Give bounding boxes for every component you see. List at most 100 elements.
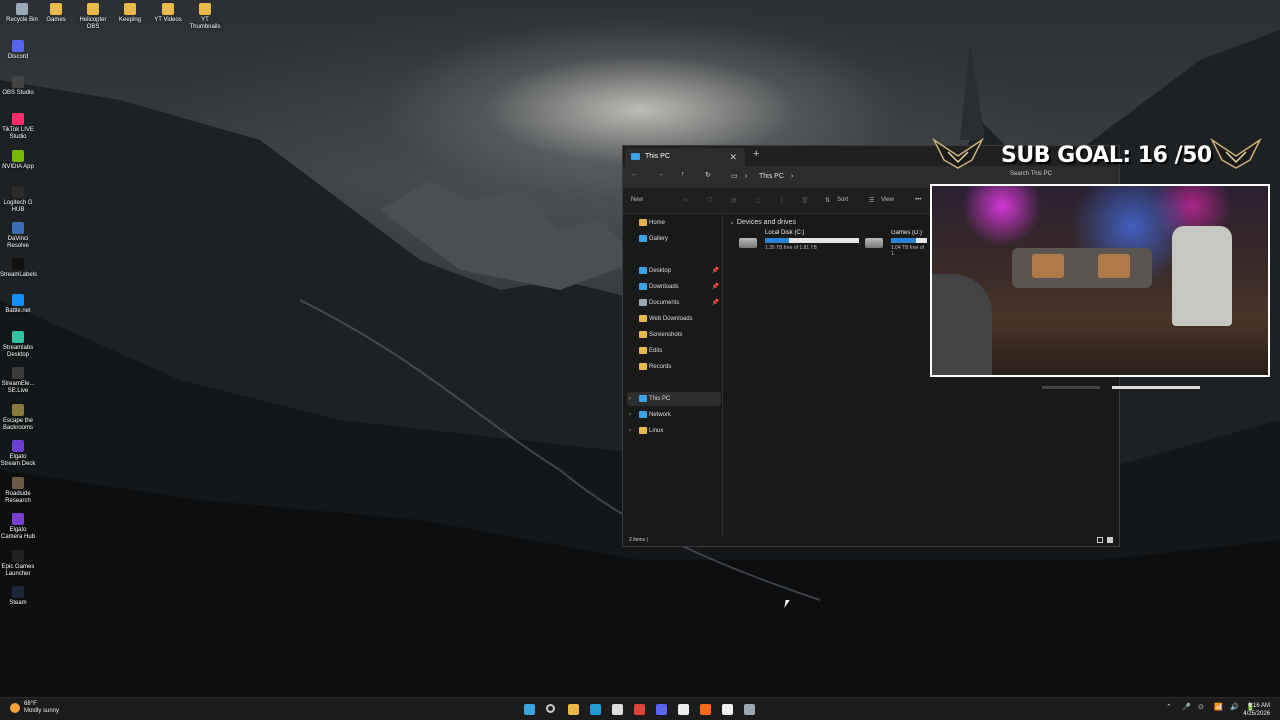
nav-item-screenshots[interactable]: Screenshots <box>627 328 721 342</box>
forward-icon[interactable]: → <box>657 171 664 178</box>
desktop-icon-keeping[interactable]: Keeping <box>112 3 148 24</box>
date: 4/25/2026 <box>1243 711 1270 717</box>
start-icon[interactable] <box>524 704 535 715</box>
file-explorer-icon[interactable] <box>568 704 579 715</box>
discord-icon[interactable] <box>656 704 667 715</box>
nav-item-documents[interactable]: Documents 📌 <box>627 296 721 310</box>
tab-this-pc[interactable]: This PC ✕ <box>625 148 745 166</box>
app-icon <box>12 222 24 234</box>
desktop-icon-logitech-g-hub[interactable]: Logitech G HUB <box>0 186 36 214</box>
nav-item-records[interactable]: Records <box>627 360 721 374</box>
volume-icon[interactable]: 🔊 <box>1230 703 1239 711</box>
chevron-right-icon[interactable]: › <box>629 408 631 422</box>
wifi-icon[interactable]: 📶 <box>1214 703 1223 711</box>
desktop-icon-battle-net[interactable]: Battle.net <box>0 294 36 315</box>
drive-free-space: 1.35 TB free of 1.81 TB <box>765 245 817 251</box>
navigation-pane: Home Gallery Desktop 📌 Downloads 📌 Documents 📌 W… <box>623 214 723 538</box>
weather-widget[interactable]: 68°F Mostly sunny <box>10 701 59 715</box>
delete-icon[interactable]: 🗑 <box>801 197 809 204</box>
nav-item-desktop[interactable]: Desktop 📌 <box>627 264 721 278</box>
up-icon[interactable]: ↑ <box>681 171 685 178</box>
location-icon[interactable]: ⊙ <box>1198 703 1204 711</box>
microphone-icon[interactable]: 🎤 <box>1182 703 1191 711</box>
desktop-icon-yt-thumbnails[interactable]: YT Thumbnails <box>187 3 223 31</box>
search-input[interactable]: Search This PC <box>1010 171 1052 177</box>
desktop-icon-nvidia-app[interactable]: NVIDIA App <box>0 150 36 171</box>
desktop-icon-elgato-stream-deck[interactable]: Elgato Stream Deck <box>0 440 36 468</box>
edge-icon[interactable] <box>590 704 601 715</box>
desktop-icon-yt-videos[interactable]: YT Videos <box>150 3 186 24</box>
drive-c[interactable]: Local Disk (C:) 1.35 TB free of 1.81 TB <box>731 230 861 256</box>
linux-icon <box>639 427 647 434</box>
nav-item-label: This PC <box>649 396 671 402</box>
close-tab-icon[interactable]: ✕ <box>729 148 737 166</box>
desktop-icon-elgato-camera-hub[interactable]: Elgato Camera Hub <box>0 513 36 541</box>
desktop-icon-roadside-research[interactable]: Roadside Research <box>0 477 36 505</box>
computer-icon <box>639 395 647 402</box>
computer-icon <box>631 153 640 160</box>
streamlabels-icon[interactable] <box>722 704 733 715</box>
cut-icon[interactable]: ✂ <box>683 197 688 204</box>
new-tab-button[interactable]: + <box>753 148 759 160</box>
desktop-icon-recycle-bin[interactable]: Recycle Bin <box>4 3 40 24</box>
search-icon[interactable] <box>546 704 555 713</box>
nav-item-edits[interactable]: Edits <box>627 344 721 358</box>
section-title: Devices and drives <box>736 219 796 226</box>
settings-icon[interactable] <box>744 704 755 715</box>
folder-icon <box>639 363 647 370</box>
refresh-icon[interactable]: ↻ <box>705 171 711 179</box>
desktop-icon-streamlabs-desktop[interactable]: Streamlabs Desktop <box>0 331 36 359</box>
desktop-icon-label: Escape the Backrooms <box>2 418 34 431</box>
app-icon <box>12 294 24 306</box>
copy-icon[interactable]: ❐ <box>707 197 712 204</box>
desktop-icon-streamlabels[interactable]: StreamLabels <box>0 258 37 279</box>
breadcrumb-this-pc[interactable]: This PC <box>759 169 784 185</box>
clock[interactable]: 6:16 AM 4/25/2026 <box>1243 702 1270 718</box>
drive-d[interactable]: Games (D:) 1.04 TB free of 1. <box>857 230 927 256</box>
store-icon[interactable] <box>612 704 623 715</box>
chevron-down-icon: ⌄ <box>729 219 737 226</box>
nav-item-this-pc[interactable]: › This PC <box>627 392 721 406</box>
desktop-icon-escape-the-backrooms[interactable]: Escape the Backrooms <box>0 404 36 432</box>
chevron-right-icon[interactable]: › <box>629 392 631 406</box>
desktop-icon-davinci-resolve[interactable]: DaVinci Resolve <box>0 222 36 250</box>
share-icon[interactable]: ⇪ <box>779 197 784 204</box>
desktop-icon-epic-games-launcher[interactable]: Epic Games Launcher <box>0 550 36 578</box>
desktop-icon-games[interactable]: Games <box>38 3 74 24</box>
paste-icon[interactable]: ▤ <box>731 197 737 204</box>
desktop-icon-discord[interactable]: Discord <box>0 40 36 61</box>
nav-item-web-downloads[interactable]: Web Downloads <box>627 312 721 326</box>
weather-desc: Mostly sunny <box>24 708 60 714</box>
sun-icon <box>10 703 20 713</box>
fl-studio-icon[interactable] <box>700 704 711 715</box>
desktop-icon-helicopter-obs[interactable]: Helicopter OBS <box>75 3 111 31</box>
taskbar: 68°F Mostly sunny ⌃ 🎤 ⊙ 📶 🔊 🔋 6:16 AM 4/25/20… <box>0 697 1280 720</box>
section-devices-drives[interactable]: ⌄ Devices and drives <box>729 218 796 226</box>
nav-item-network[interactable]: › Network <box>627 408 721 422</box>
chevron-right-icon[interactable]: › <box>629 424 631 438</box>
tiles-view-icon[interactable] <box>1107 537 1113 543</box>
wing-right-icon <box>1210 137 1262 169</box>
folder-icon <box>50 3 62 15</box>
nav-item-label: Home <box>649 220 666 226</box>
capcut-icon[interactable] <box>678 704 689 715</box>
show-hidden-icons[interactable]: ⌃ <box>1166 703 1172 711</box>
nav-item-gallery[interactable]: Gallery <box>627 232 721 246</box>
desktop-icon-obs-studio[interactable]: OBS Studio <box>0 76 36 97</box>
view-button[interactable]: View <box>881 197 894 203</box>
nav-item-linux[interactable]: › Linux <box>627 424 721 438</box>
more-options-button[interactable]: ••• <box>915 197 921 203</box>
drive-icon <box>865 238 883 248</box>
nav-item-downloads[interactable]: Downloads 📌 <box>627 280 721 294</box>
desktop-icon-label: Streamlabs Desktop <box>2 345 34 358</box>
desktop-icon-streamele-se-live[interactable]: StreamEle... SE.Live <box>0 367 36 395</box>
nav-item-home[interactable]: Home <box>627 216 721 230</box>
sort-button[interactable]: Sort <box>837 197 848 203</box>
rename-icon[interactable]: ▢ <box>755 197 761 204</box>
back-icon[interactable]: ← <box>631 171 638 178</box>
chrome-icon[interactable] <box>634 704 645 715</box>
desktop-icon-tiktok-live-studio[interactable]: TikTok LIVE Studio <box>0 113 36 141</box>
desktop-icon-steam[interactable]: Steam <box>0 586 36 607</box>
new-button[interactable]: New <box>631 197 643 203</box>
details-view-icon[interactable] <box>1097 537 1103 543</box>
